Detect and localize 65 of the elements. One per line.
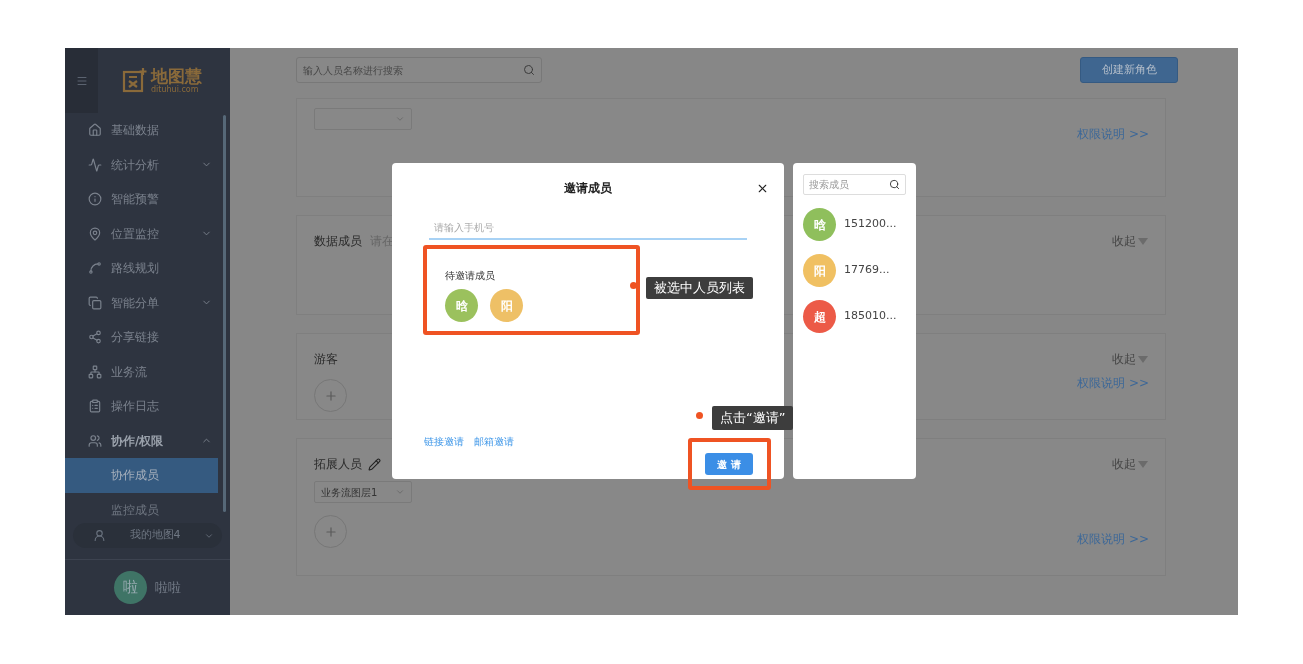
create-role-button[interactable]: 创建新角色 [1080, 57, 1178, 83]
annotation-tooltip: 点击“邀请” [712, 406, 794, 430]
member-avatar: 阳 [490, 289, 523, 322]
sidebar-item[interactable]: 统计分析 [65, 147, 230, 182]
caret-icon [1138, 237, 1148, 245]
invite-link[interactable]: 链接邀请 [424, 434, 464, 449]
info-icon [88, 192, 102, 207]
collapse-toggle[interactable]: 收起 [1112, 455, 1136, 473]
map-pin-icon [88, 226, 102, 241]
plus-icon [323, 524, 338, 539]
close-icon[interactable] [756, 182, 769, 195]
member-item[interactable]: 超 185010... [803, 300, 906, 333]
card-title: 游客 [314, 351, 338, 368]
layer-select[interactable]: 业务流图层1 [314, 481, 412, 503]
sidebar-item[interactable]: 操作日志 [65, 389, 230, 424]
map-switcher[interactable]: 我的地图4 [73, 523, 222, 548]
submenu-item[interactable]: 协作成员 [65, 458, 218, 493]
logo-domain: dituhui.com [151, 85, 199, 94]
caret-icon [1138, 355, 1148, 363]
share-icon [88, 330, 102, 345]
copy-icon [88, 295, 102, 310]
user-avatar[interactable]: 啦 [114, 571, 147, 604]
member-search-field[interactable]: 搜索成员 [803, 174, 906, 195]
section-label: 待邀请成员 [445, 269, 496, 283]
plus-icon [323, 388, 338, 403]
sidebar-item[interactable]: 分享链接 [65, 320, 230, 355]
submenu-item[interactable]: 监控成员 [65, 492, 218, 518]
invite-button[interactable]: 邀 请 [705, 453, 753, 475]
menu-toggle[interactable] [65, 48, 98, 113]
sidebar-item[interactable]: 智能分单 [65, 285, 230, 320]
network-icon [88, 364, 102, 379]
card-title: 数据成员 [314, 233, 362, 250]
member-avatar: 晗 [803, 208, 836, 241]
member-avatar: 阳 [803, 254, 836, 287]
logo-name: 地图慧 [151, 67, 202, 85]
caret-icon [1138, 460, 1148, 468]
menu-icon [75, 74, 88, 87]
member-item[interactable]: 晗 151200... [803, 208, 906, 241]
users-icon [88, 433, 102, 448]
member-avatar: 超 [803, 300, 836, 333]
member-avatar: 晗 [445, 289, 478, 322]
pulse-icon [88, 157, 102, 172]
member-item[interactable]: 阳 17769... [803, 254, 906, 287]
card-title: 拓展人员 [314, 456, 362, 473]
home-icon [88, 123, 102, 138]
route-icon [88, 261, 102, 276]
annotation-tooltip: 被选中人员列表 [646, 277, 753, 299]
search-icon [523, 64, 535, 76]
sidebar-item[interactable]: 智能预警 [65, 182, 230, 217]
collapse-toggle[interactable]: 收起 [1112, 232, 1136, 250]
pencil-icon[interactable] [368, 457, 381, 471]
sidebar-item[interactable]: 基础数据 [65, 113, 230, 148]
sidebar-item[interactable]: 协作/权限 [65, 423, 230, 458]
phone-field[interactable]: 请输入手机号 [429, 216, 747, 240]
logo-icon [122, 67, 147, 94]
clipboard-icon [88, 399, 102, 414]
sidebar-item[interactable]: 路线规划 [65, 251, 230, 286]
user-name: 啦啦 [155, 578, 181, 597]
sidebar-item[interactable]: 业务流 [65, 354, 230, 389]
scrollbar[interactable] [223, 115, 226, 512]
dialog-title: 邀请成员 [564, 180, 612, 197]
collapse-toggle[interactable]: 收起 [1112, 350, 1136, 368]
invite-link[interactable]: 邮箱邀请 [474, 434, 514, 449]
sidebar-item[interactable]: 位置监控 [65, 216, 230, 251]
search-icon [889, 179, 900, 190]
